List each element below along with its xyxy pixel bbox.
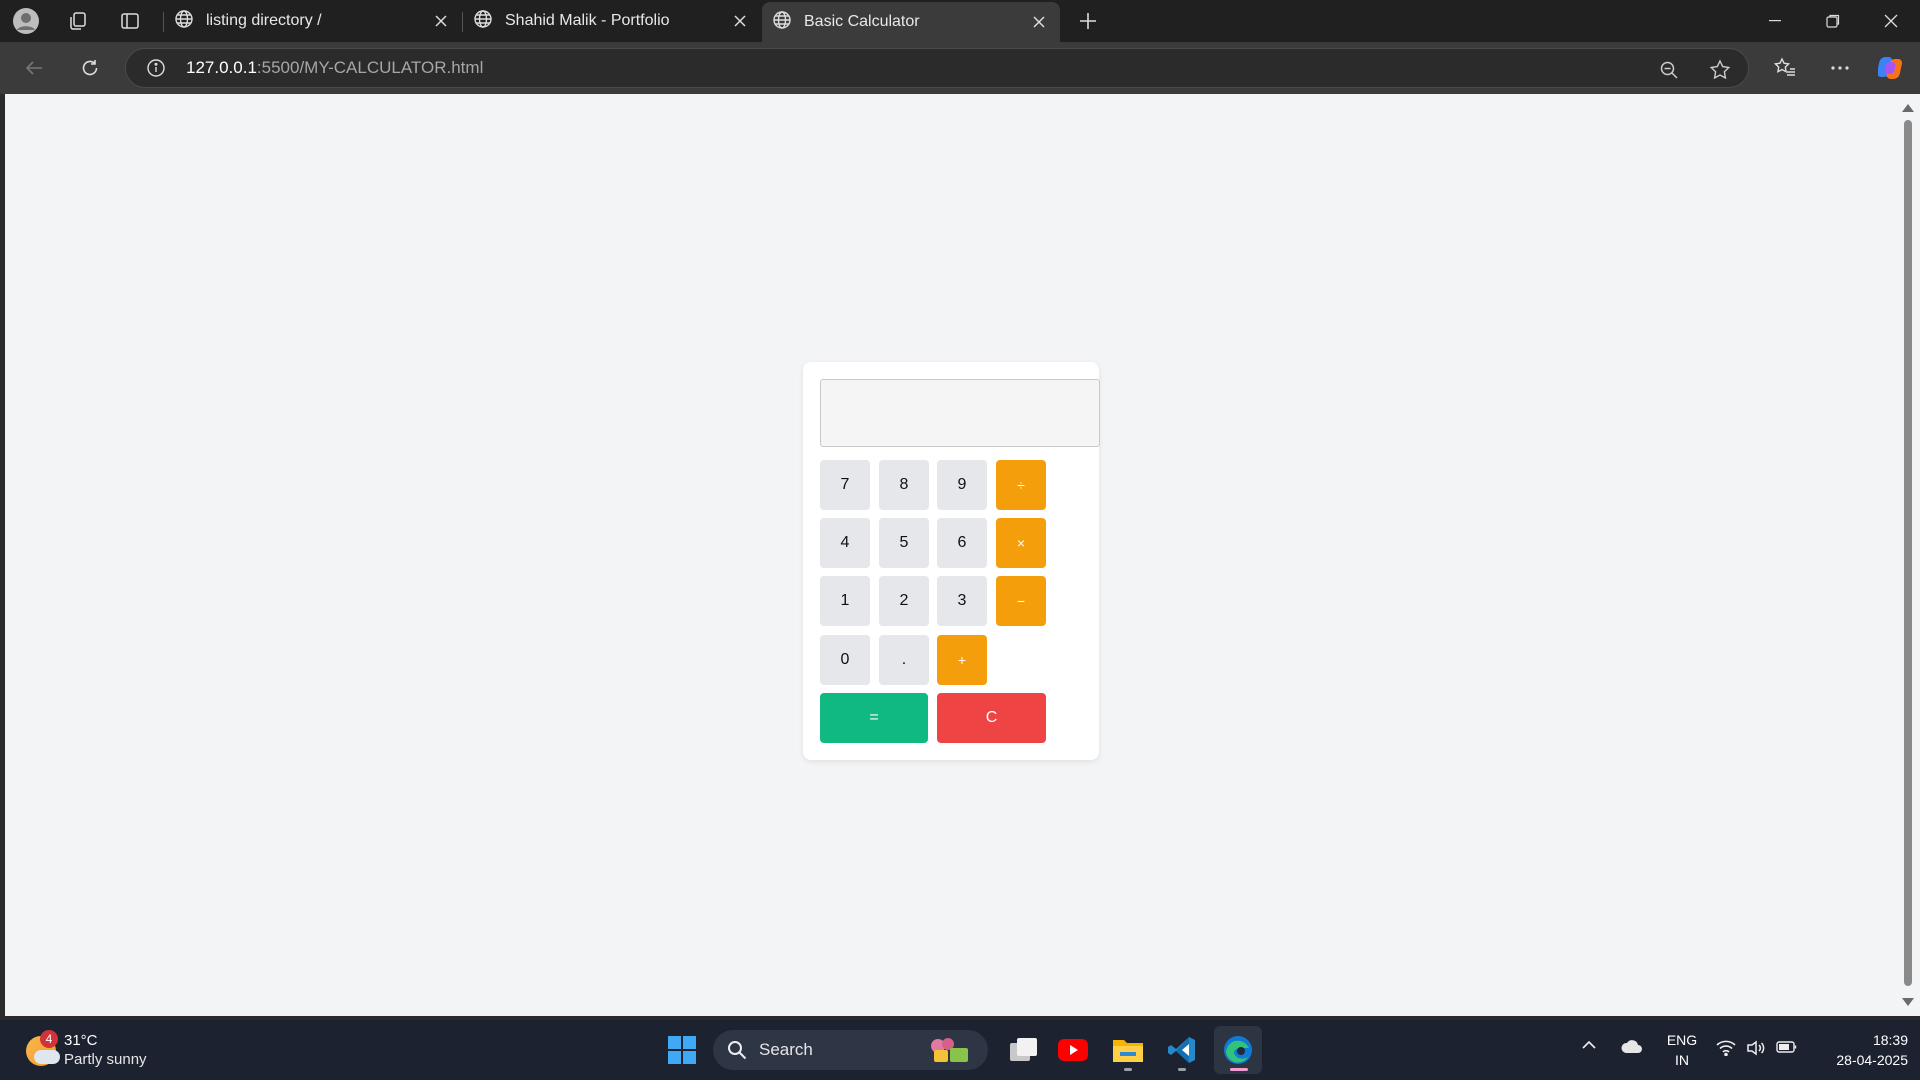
key-9[interactable]: 9: [937, 460, 987, 510]
running-indicator: [1178, 1068, 1186, 1071]
globe-icon: [473, 9, 493, 34]
tab-listing-directory[interactable]: listing directory /: [164, 2, 462, 40]
close-icon[interactable]: [725, 6, 755, 36]
minimize-icon[interactable]: [1746, 0, 1804, 42]
key-4[interactable]: 4: [820, 518, 870, 568]
search-icon: [727, 1040, 749, 1060]
youtube-icon[interactable]: [1049, 1026, 1097, 1074]
more-options-icon[interactable]: [1822, 50, 1858, 86]
tab-basic-calculator[interactable]: Basic Calculator: [762, 2, 1060, 42]
language-code: ENG: [1666, 1032, 1698, 1048]
scroll-down-icon[interactable]: [1902, 998, 1914, 1006]
weather-widget[interactable]: 4 31°C Partly sunny: [26, 1030, 186, 1072]
edge-browser-icon[interactable]: [1214, 1026, 1262, 1074]
clock-date: 28-04-2025: [1836, 1052, 1908, 1068]
workspaces-icon[interactable]: [62, 6, 94, 36]
start-button[interactable]: [658, 1026, 706, 1074]
copilot-icon[interactable]: [1874, 50, 1910, 86]
tab-title: Shahid Malik - Portfolio: [505, 12, 670, 29]
weather-temperature: 31°C: [64, 1032, 98, 1049]
onedrive-cloud-icon[interactable]: [1620, 1040, 1644, 1054]
vertical-tabs-icon[interactable]: [114, 6, 146, 36]
taskbar-search[interactable]: Search: [713, 1030, 988, 1070]
globe-icon: [772, 10, 792, 35]
system-clock[interactable]: 18:39 28-04-2025: [1808, 1030, 1908, 1070]
decimal-button[interactable]: .: [879, 635, 929, 685]
new-tab-icon[interactable]: [1072, 6, 1104, 36]
tab-title: listing directory /: [206, 12, 322, 29]
tab-title: Basic Calculator: [804, 13, 920, 30]
page-viewport: 7 8 9 ÷ 4 5 6 × 1 2 3 − 0 . + = C: [5, 94, 1897, 1016]
key-3[interactable]: 3: [937, 576, 987, 626]
close-icon[interactable]: [426, 6, 456, 36]
weather-condition: Partly sunny: [64, 1051, 147, 1068]
globe-icon: [174, 9, 194, 34]
window-close-icon[interactable]: [1862, 0, 1920, 42]
search-highlight-icon: [928, 1036, 972, 1069]
wifi-icon[interactable]: [1716, 1040, 1736, 1056]
back-arrow-icon[interactable]: [16, 50, 52, 86]
vertical-scrollbar[interactable]: [1897, 94, 1920, 1016]
volume-icon[interactable]: [1746, 1040, 1766, 1056]
key-7[interactable]: 7: [820, 460, 870, 510]
task-view-icon[interactable]: [1000, 1026, 1048, 1074]
key-1[interactable]: 1: [820, 576, 870, 626]
multiply-button[interactable]: ×: [996, 518, 1046, 568]
input-language[interactable]: ENG IN: [1660, 1030, 1704, 1070]
calculator-display[interactable]: [820, 379, 1100, 447]
subtract-button[interactable]: −: [996, 576, 1046, 626]
favorite-star-icon[interactable]: [1709, 59, 1731, 81]
tab-shahid-malik-portfolio[interactable]: Shahid Malik - Portfolio: [463, 2, 761, 40]
url-text: 127.0.0.1:5500/MY-CALCULATOR.html: [186, 58, 483, 78]
tab-strip: listing directory / Shahid Malik - Portf…: [0, 0, 1920, 42]
search-label: Search: [759, 1040, 813, 1059]
close-icon[interactable]: [1024, 7, 1054, 37]
clock-time: 18:39: [1872, 1032, 1908, 1048]
notification-badge: 4: [40, 1030, 58, 1048]
vscode-icon[interactable]: [1158, 1026, 1206, 1074]
language-region: IN: [1675, 1052, 1689, 1068]
windows-taskbar: 4 31°C Partly sunny Search ENG IN 18:39 …: [0, 1020, 1920, 1080]
clear-button[interactable]: C: [937, 693, 1046, 743]
divide-button[interactable]: ÷: [996, 460, 1046, 510]
browser-toolbar: 127.0.0.1:5500/MY-CALCULATOR.html: [0, 42, 1920, 94]
scrollbar-thumb[interactable]: [1904, 120, 1912, 986]
equals-button[interactable]: =: [820, 693, 928, 743]
url-host: 127.0.0.1: [186, 58, 257, 77]
key-0[interactable]: 0: [820, 635, 870, 685]
key-2[interactable]: 2: [879, 576, 929, 626]
key-8[interactable]: 8: [879, 460, 929, 510]
site-info-icon[interactable]: [146, 58, 172, 78]
profile-avatar-icon[interactable]: [10, 6, 42, 36]
key-6[interactable]: 6: [937, 518, 987, 568]
refresh-icon[interactable]: [72, 50, 108, 86]
zoom-icon[interactable]: [1658, 59, 1680, 81]
calculator: 7 8 9 ÷ 4 5 6 × 1 2 3 − 0 . + = C: [803, 362, 1100, 760]
restore-icon[interactable]: [1804, 0, 1862, 42]
chevron-up-icon[interactable]: [1582, 1040, 1596, 1050]
battery-icon[interactable]: [1776, 1040, 1798, 1054]
address-bar[interactable]: 127.0.0.1:5500/MY-CALCULATOR.html: [125, 48, 1749, 88]
add-button[interactable]: +: [937, 635, 987, 685]
running-indicator: [1124, 1068, 1132, 1071]
running-indicator: [1230, 1068, 1248, 1071]
url-path: :5500/MY-CALCULATOR.html: [256, 58, 484, 77]
favorites-icon[interactable]: [1767, 50, 1803, 86]
file-explorer-icon[interactable]: [1104, 1026, 1152, 1074]
cloud-icon: [34, 1050, 60, 1064]
key-5[interactable]: 5: [879, 518, 929, 568]
scroll-up-icon[interactable]: [1902, 104, 1914, 112]
